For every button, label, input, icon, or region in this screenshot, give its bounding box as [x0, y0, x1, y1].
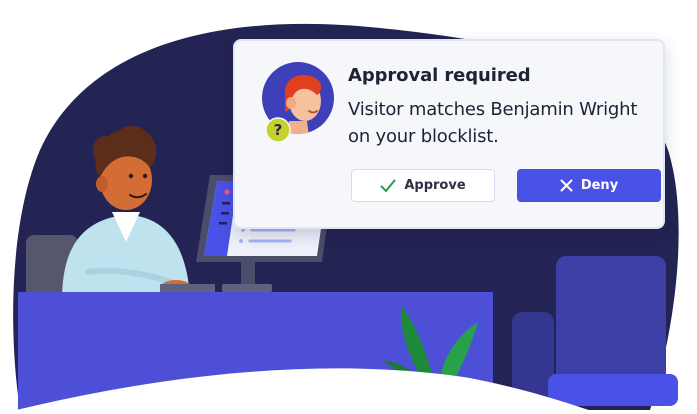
- avatar-badge-label: ?: [273, 121, 283, 139]
- deny-button-label: Deny: [580, 178, 619, 193]
- deny-button[interactable]: Deny: [517, 169, 661, 202]
- keyboard: [160, 284, 215, 292]
- illustration-stage: ? Approval required Visitor matches Benj…: [0, 0, 697, 414]
- notification-message: Visitor matches Benjamin Wright on your …: [348, 99, 638, 147]
- notification-title: Approval required: [348, 65, 531, 86]
- approve-button-label: Approve: [404, 178, 466, 193]
- checkmark-icon: [380, 179, 396, 192]
- approve-button[interactable]: Approve: [351, 169, 495, 202]
- x-icon: [560, 179, 573, 192]
- approval-notification-card: ? Approval required Visitor matches Benj…: [233, 39, 665, 229]
